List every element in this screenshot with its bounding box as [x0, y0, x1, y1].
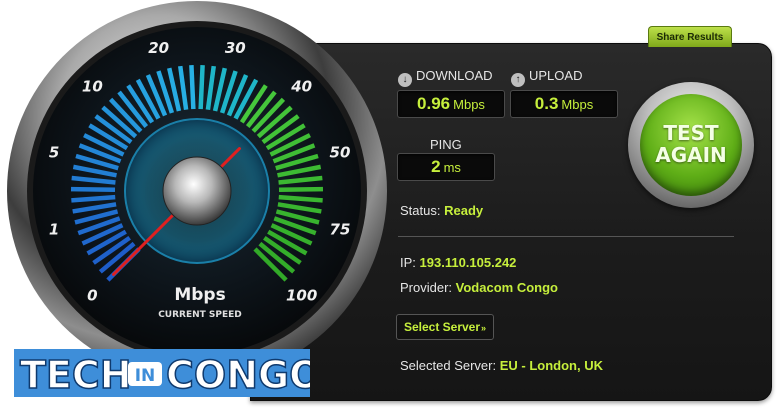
gauge-caption: CURRENT SPEED [158, 310, 242, 320]
upload-value-box: 0.3 Mbps [510, 90, 618, 118]
logo-text-middle: IN [135, 366, 156, 386]
select-server-label: Select Server [403, 320, 481, 334]
gauge-tick-label: 30 [225, 39, 246, 57]
arrow-down-icon: ↓ [398, 73, 412, 87]
gauge-tick [70, 186, 116, 193]
status-row: Status: Ready [400, 203, 483, 218]
share-results-button[interactable]: Share Results [648, 26, 732, 47]
ip-value: 193.110.105.242 [419, 255, 517, 270]
ping-unit: ms [443, 160, 461, 175]
provider-value: Vodacom Congo [455, 280, 558, 295]
ip-label: IP: [400, 255, 416, 270]
download-unit: Mbps [453, 97, 485, 112]
upload-value: 0.3 [534, 94, 559, 113]
upload-label-group: ↑ UPLOAD [511, 68, 582, 87]
logo-text-left: TECH [20, 353, 132, 397]
gauge-tick [189, 65, 196, 110]
status-value: Ready [444, 203, 484, 218]
logo-text-right: CONGO [166, 353, 310, 397]
arrow-up-icon: ↑ [511, 73, 525, 87]
upload-unit: Mbps [561, 97, 594, 112]
upload-label: UPLOAD [529, 68, 583, 83]
gauge-hub [162, 156, 232, 226]
gauge-tick-label: 40 [290, 77, 312, 95]
ping-label: PING [430, 137, 462, 152]
download-value-box: 0.96 Mbps [397, 90, 505, 118]
provider-row: Provider: Vodacom Congo [400, 280, 558, 295]
download-value: 0.96 [417, 94, 451, 113]
tech-in-congo-logo: TECH IN CONGO [14, 349, 310, 397]
selected-server-row: Selected Server: EU - London, UK [400, 358, 603, 373]
selected-server-label: Selected Server: [400, 358, 497, 373]
gauge-tick-label: 0 [87, 287, 97, 305]
gauge-tick-label: 100 [286, 287, 317, 305]
gauge-tick-label: 20 [148, 39, 169, 57]
gauge-unit-label: Mbps [174, 285, 225, 305]
selected-server-value: EU - London, UK [499, 358, 603, 373]
ip-row: IP: 193.110.105.242 [400, 255, 516, 270]
gauge-tick-label: 5 [49, 144, 59, 162]
gauge-tick-label: 50 [330, 144, 351, 162]
ping-value: 2 [431, 157, 441, 176]
download-label: DOWNLOAD [416, 68, 493, 83]
status-label: Status: [400, 203, 441, 218]
gauge-tick-label: 10 [82, 77, 103, 95]
divider [398, 236, 734, 237]
gauge-tick-label: 1 [49, 220, 59, 238]
test-again-button-bezel: TEST AGAIN [628, 82, 754, 208]
test-again-line1: TEST [663, 121, 719, 145]
download-label-group: ↓ DOWNLOAD [398, 68, 493, 87]
chevron-down-icon: » [481, 323, 487, 333]
test-again-button[interactable]: TEST AGAIN [640, 94, 742, 196]
gauge-tick [278, 186, 324, 193]
select-server-button[interactable]: Select Server» [396, 314, 494, 340]
test-again-line2: AGAIN [655, 143, 727, 167]
gauge-tick [198, 65, 205, 110]
ping-value-box: 2 ms [397, 153, 495, 181]
gauge-tick-label: 75 [330, 220, 351, 238]
provider-label: Provider: [400, 280, 453, 295]
